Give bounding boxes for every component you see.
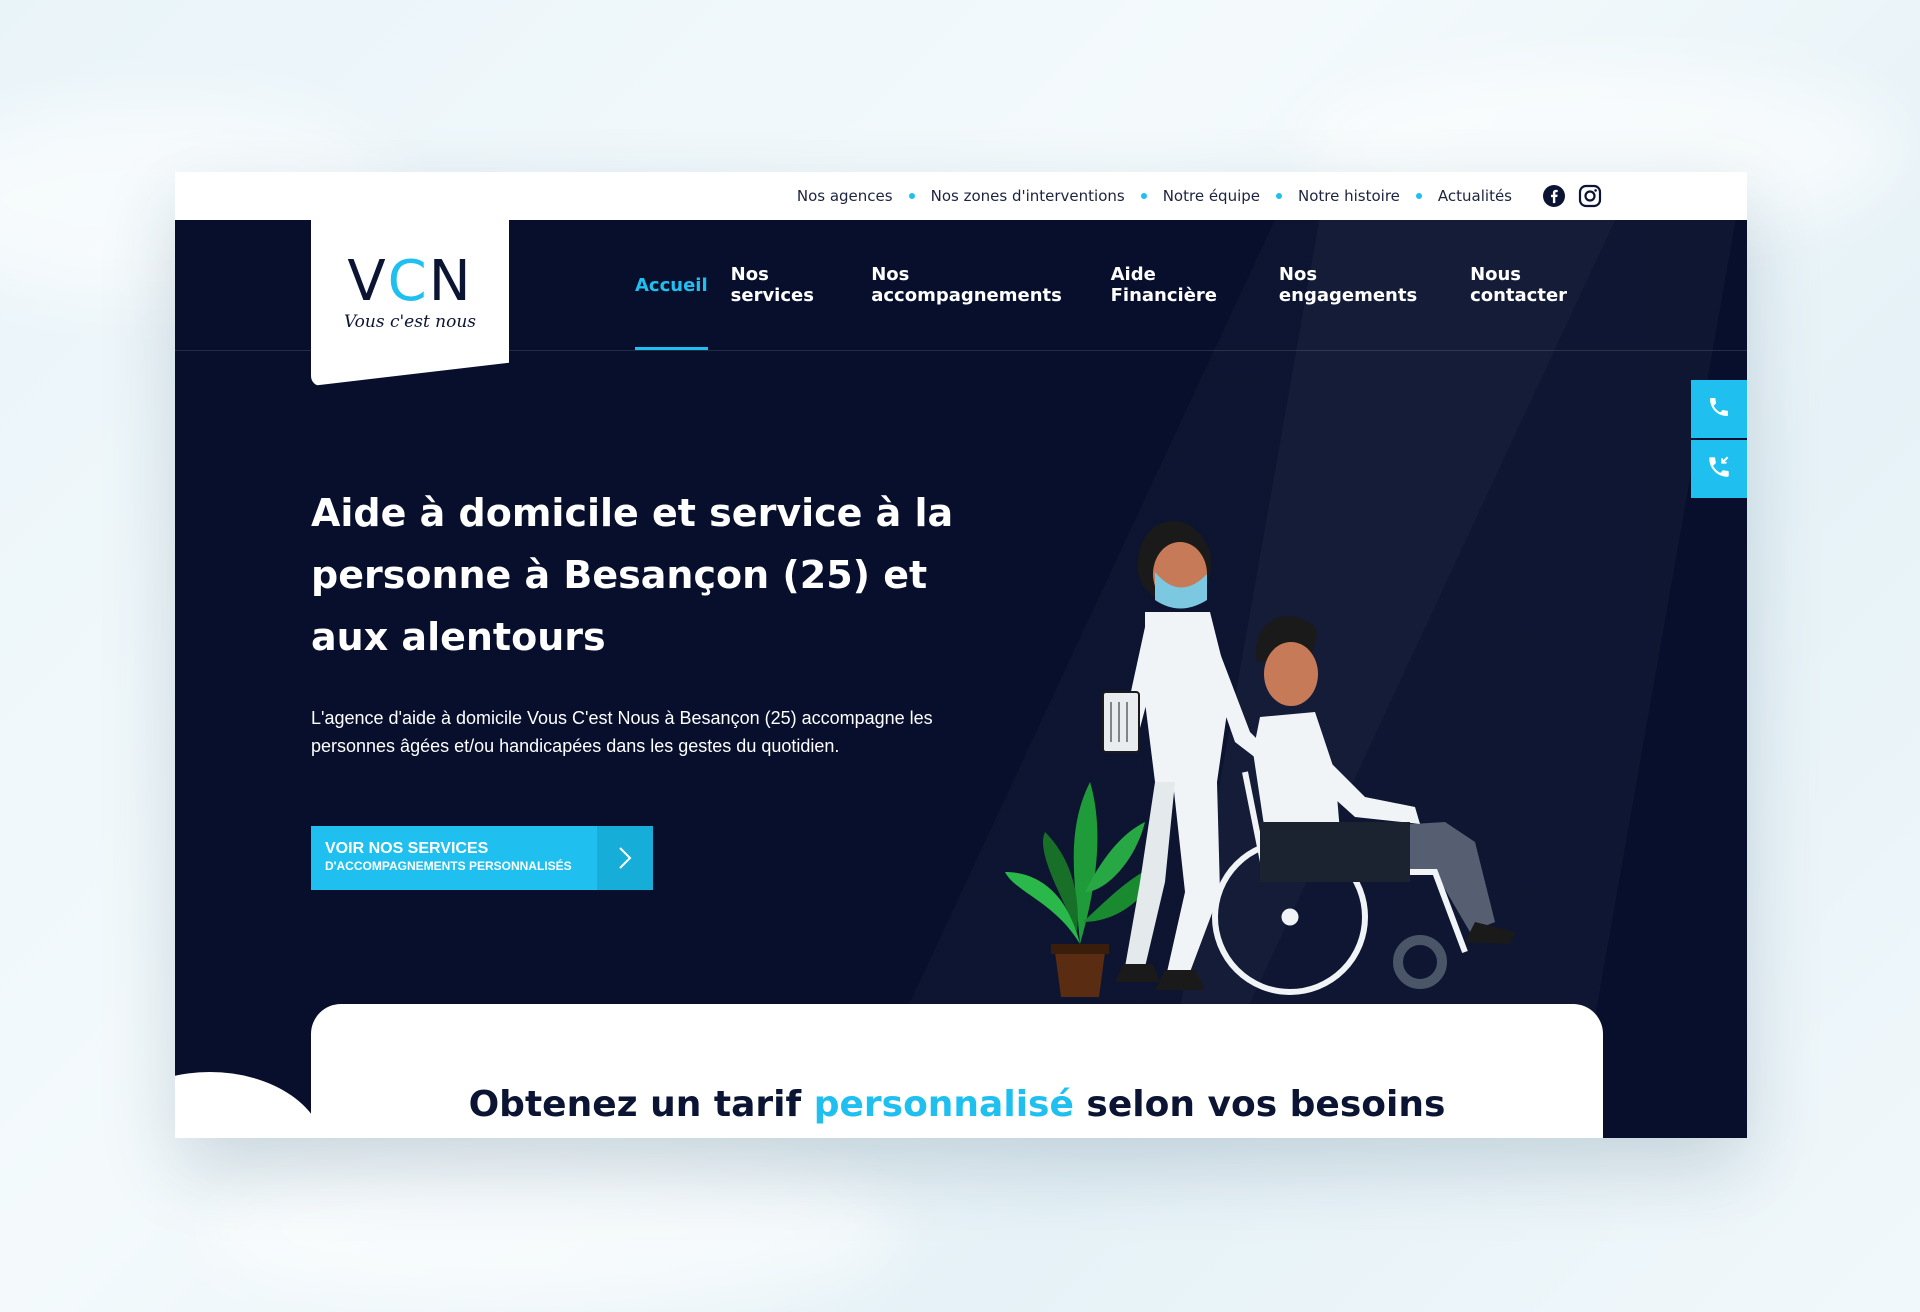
nav-divider [175, 350, 1747, 351]
patient-figure [1253, 615, 1515, 944]
social-links [1542, 184, 1602, 208]
nav-item-contact[interactable]: Nous contacter [1470, 220, 1612, 350]
cta-label: Voir nos services [325, 840, 489, 857]
logo-mark: VCN [347, 249, 473, 314]
phone-incoming-icon [1706, 454, 1732, 485]
services-cta-button[interactable]: Voir nos services d'accompagnements pers… [311, 826, 653, 890]
separator-dot [908, 193, 915, 199]
nav-item-aide-financiere[interactable]: Aide Financière [1111, 220, 1256, 350]
separator-dot [1140, 193, 1147, 199]
logo[interactable]: VCN Vous c'est nous [311, 220, 509, 386]
topbar-link-actualites[interactable]: Actualités [1438, 187, 1512, 205]
wheelchair-icon [1212, 771, 1468, 995]
caregiver-illustration [1005, 521, 1515, 997]
callback-button[interactable] [1691, 440, 1747, 498]
browser-frame: Nos agences Nos zones d'interventions No… [175, 172, 1747, 1138]
nurse-figure [1102, 521, 1270, 990]
chevron-right-icon [597, 826, 653, 890]
facebook-icon[interactable] [1542, 184, 1566, 208]
topbar-link-zones[interactable]: Nos zones d'interventions [931, 187, 1125, 205]
phone-icon [1707, 395, 1731, 424]
quote-card: Obtenez un tarif personnalisé selon vos … [311, 1004, 1603, 1138]
topbar-link-agences[interactable]: Nos agences [797, 187, 893, 205]
cta-sublabel: d'accompagnements personnalisés [325, 859, 572, 873]
instagram-icon[interactable] [1578, 184, 1602, 208]
quote-card-title: Obtenez un tarif personnalisé selon vos … [468, 1084, 1446, 1125]
separator-dot [1415, 193, 1422, 199]
nav-item-services[interactable]: Nos services [731, 220, 849, 350]
logo-tagline: Vous c'est nous [343, 312, 477, 332]
call-button[interactable] [1691, 380, 1747, 438]
separator-dot [1276, 193, 1282, 199]
nav-item-engagements[interactable]: Nos engagements [1279, 220, 1447, 350]
main-navigation: Accueil Nos services Nos accompagnements… [635, 220, 1612, 350]
utility-bar: Nos agences Nos zones d'interventions No… [175, 172, 1747, 220]
topbar-link-histoire[interactable]: Notre histoire [1298, 187, 1400, 205]
nav-item-accompagnements[interactable]: Nos accompagnements [871, 220, 1087, 350]
topbar-link-equipe[interactable]: Notre équipe [1163, 187, 1260, 205]
hero-description: L'agence d'aide à domicile Vous C'est No… [311, 708, 933, 756]
hero-title: Aide à domicile et service à la personne… [311, 491, 954, 659]
nav-item-accueil[interactable]: Accueil [635, 220, 708, 350]
